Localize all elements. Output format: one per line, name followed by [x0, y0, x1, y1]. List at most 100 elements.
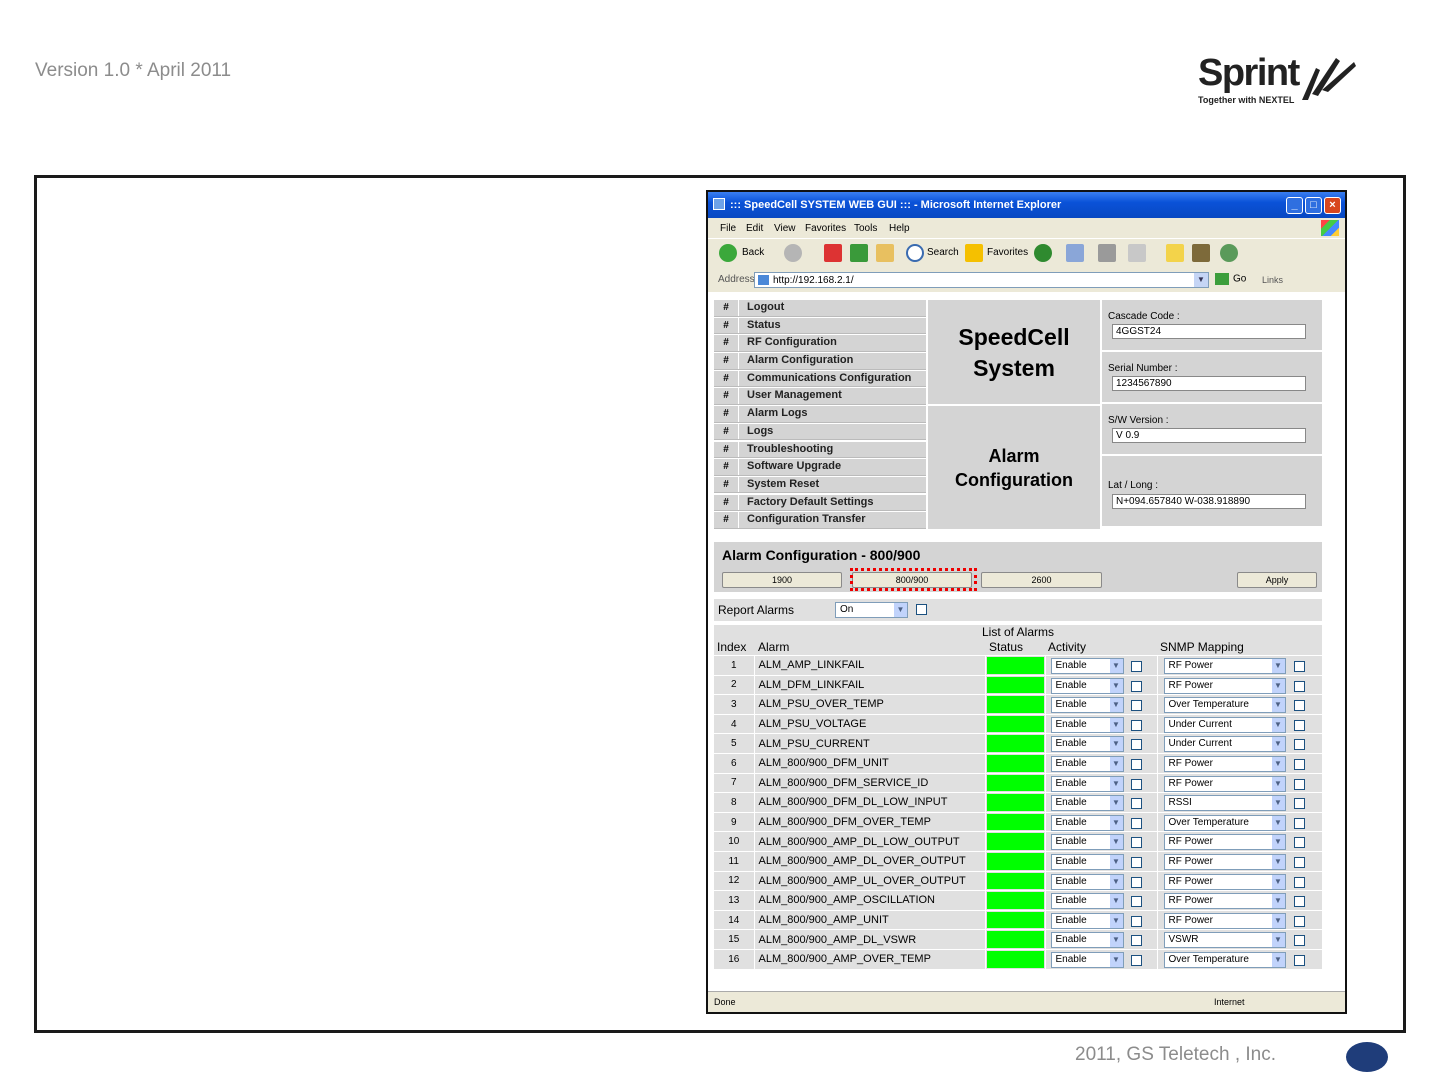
activity-select[interactable]: Enable ▼: [1050, 736, 1124, 753]
activity-select[interactable]: Enable ▼: [1050, 795, 1124, 812]
activity-checkbox[interactable]: [1130, 739, 1142, 751]
activity-checkbox[interactable]: [1130, 817, 1142, 829]
links-button[interactable]: Links: [1262, 275, 1283, 285]
snmp-checkbox[interactable]: [1293, 915, 1305, 927]
activity-select[interactable]: Enable ▼: [1050, 912, 1124, 929]
activity-checkbox[interactable]: [1130, 954, 1142, 966]
stop-icon[interactable]: [824, 244, 842, 262]
go-button[interactable]: Go: [1215, 273, 1246, 285]
print-icon[interactable]: [1098, 244, 1116, 262]
sidebar-item[interactable]: # Troubleshooting: [714, 441, 926, 458]
snmp-checkbox[interactable]: [1293, 896, 1305, 908]
activity-checkbox[interactable]: [1130, 798, 1142, 810]
snmp-select[interactable]: Over Temperature ▼: [1163, 951, 1286, 968]
snmp-checkbox[interactable]: [1293, 778, 1305, 790]
snmp-checkbox[interactable]: [1293, 837, 1305, 849]
history-icon[interactable]: [1034, 244, 1052, 262]
sidebar-item[interactable]: # Status: [714, 317, 926, 335]
sidebar-item[interactable]: # Alarm Logs: [714, 406, 926, 423]
activity-select[interactable]: Enable ▼: [1050, 658, 1124, 674]
activity-checkbox[interactable]: [1130, 915, 1142, 927]
activity-select[interactable]: Enable ▼: [1050, 853, 1124, 870]
activity-checkbox[interactable]: [1130, 876, 1142, 888]
sidebar-item[interactable]: # RF Configuration: [714, 335, 926, 352]
snmp-select[interactable]: RF Power ▼: [1163, 834, 1286, 851]
snmp-select[interactable]: Under Current ▼: [1163, 716, 1286, 733]
activity-select[interactable]: Enable ▼: [1050, 697, 1124, 714]
refresh-icon[interactable]: [850, 244, 868, 262]
sidebar-item[interactable]: # Factory Default Settings: [714, 494, 926, 512]
favorites-button[interactable]: Favorites: [987, 247, 1028, 258]
activity-select[interactable]: Enable ▼: [1050, 775, 1124, 792]
sidebar-item[interactable]: # Configuration Transfer: [714, 512, 926, 529]
sidebar-item[interactable]: # Logout: [714, 300, 926, 317]
activity-checkbox[interactable]: [1130, 856, 1142, 868]
snmp-select[interactable]: Over Temperature ▼: [1163, 814, 1286, 831]
snmp-select[interactable]: RF Power ▼: [1163, 755, 1286, 772]
activity-select[interactable]: Enable ▼: [1050, 755, 1124, 772]
edit-icon[interactable]: [1128, 244, 1146, 262]
menu-edit[interactable]: Edit: [746, 223, 763, 234]
activity-select[interactable]: Enable ▼: [1050, 893, 1124, 910]
cascade-code-field[interactable]: 4GGST24: [1112, 324, 1306, 339]
activity-select[interactable]: Enable ▼: [1050, 873, 1124, 890]
menu-file[interactable]: File: [720, 223, 736, 234]
sidebar-item[interactable]: # Alarm Configuration: [714, 353, 926, 370]
snmp-select[interactable]: VSWR ▼: [1163, 932, 1286, 949]
snmp-checkbox[interactable]: [1293, 817, 1305, 829]
menu-favorites[interactable]: Favorites: [805, 223, 846, 234]
activity-checkbox[interactable]: [1130, 661, 1142, 672]
snmp-select[interactable]: Over Temperature ▼: [1163, 697, 1286, 714]
minimize-button[interactable]: _: [1286, 197, 1303, 214]
discuss-icon[interactable]: [1166, 244, 1184, 262]
activity-checkbox[interactable]: [1130, 680, 1142, 692]
close-button[interactable]: ×: [1324, 197, 1341, 214]
activity-checkbox[interactable]: [1130, 700, 1142, 712]
report-alarms-checkbox[interactable]: [916, 604, 927, 615]
snmp-select[interactable]: RSSI ▼: [1163, 795, 1286, 812]
band-2600-button[interactable]: 2600: [981, 572, 1102, 588]
snmp-checkbox[interactable]: [1293, 719, 1305, 731]
address-input[interactable]: http://192.168.2.1/ ▼: [754, 272, 1209, 288]
forward-icon[interactable]: [784, 244, 802, 262]
menu-help[interactable]: Help: [889, 223, 910, 234]
snmp-select[interactable]: RF Power ▼: [1163, 775, 1286, 792]
snmp-checkbox[interactable]: [1293, 798, 1305, 810]
sidebar-item[interactable]: # Logs: [714, 423, 926, 441]
activity-checkbox[interactable]: [1130, 719, 1142, 731]
activity-select[interactable]: Enable ▼: [1050, 716, 1124, 733]
snmp-checkbox[interactable]: [1293, 700, 1305, 712]
address-dropdown-icon[interactable]: ▼: [1194, 273, 1208, 287]
snmp-select[interactable]: RF Power ▼: [1163, 853, 1286, 870]
snmp-checkbox[interactable]: [1293, 876, 1305, 888]
menu-view[interactable]: View: [774, 223, 796, 234]
activity-select[interactable]: Enable ▼: [1050, 814, 1124, 831]
serial-number-field[interactable]: 1234567890: [1112, 376, 1306, 391]
search-button[interactable]: Search: [927, 247, 959, 258]
snmp-checkbox[interactable]: [1293, 856, 1305, 868]
activity-select[interactable]: Enable ▼: [1050, 677, 1124, 694]
sidebar-item[interactable]: # Communications Configuration: [714, 370, 926, 388]
messenger-icon[interactable]: [1220, 244, 1238, 262]
lat-long-field[interactable]: N+094.657840 W-038.918890: [1112, 494, 1306, 509]
back-button[interactable]: Back: [742, 247, 764, 258]
sidebar-item[interactable]: # System Reset: [714, 476, 926, 494]
report-alarms-select[interactable]: On ▼: [835, 602, 908, 618]
sidebar-item[interactable]: # Software Upgrade: [714, 459, 926, 476]
activity-checkbox[interactable]: [1130, 896, 1142, 908]
activity-checkbox[interactable]: [1130, 935, 1142, 947]
activity-checkbox[interactable]: [1130, 758, 1142, 770]
mail-icon[interactable]: [1066, 244, 1084, 262]
activity-checkbox[interactable]: [1130, 837, 1142, 849]
snmp-checkbox[interactable]: [1293, 739, 1305, 751]
apply-button[interactable]: Apply: [1237, 572, 1317, 588]
snmp-select[interactable]: RF Power ▼: [1163, 658, 1286, 674]
band-1900-button[interactable]: 1900: [722, 572, 842, 588]
back-icon[interactable]: [719, 244, 737, 262]
snmp-checkbox[interactable]: [1293, 954, 1305, 966]
activity-select[interactable]: Enable ▼: [1050, 932, 1124, 949]
snmp-select[interactable]: RF Power ▼: [1163, 912, 1286, 929]
activity-select[interactable]: Enable ▼: [1050, 834, 1124, 851]
snmp-checkbox[interactable]: [1293, 661, 1305, 672]
snmp-checkbox[interactable]: [1293, 935, 1305, 947]
